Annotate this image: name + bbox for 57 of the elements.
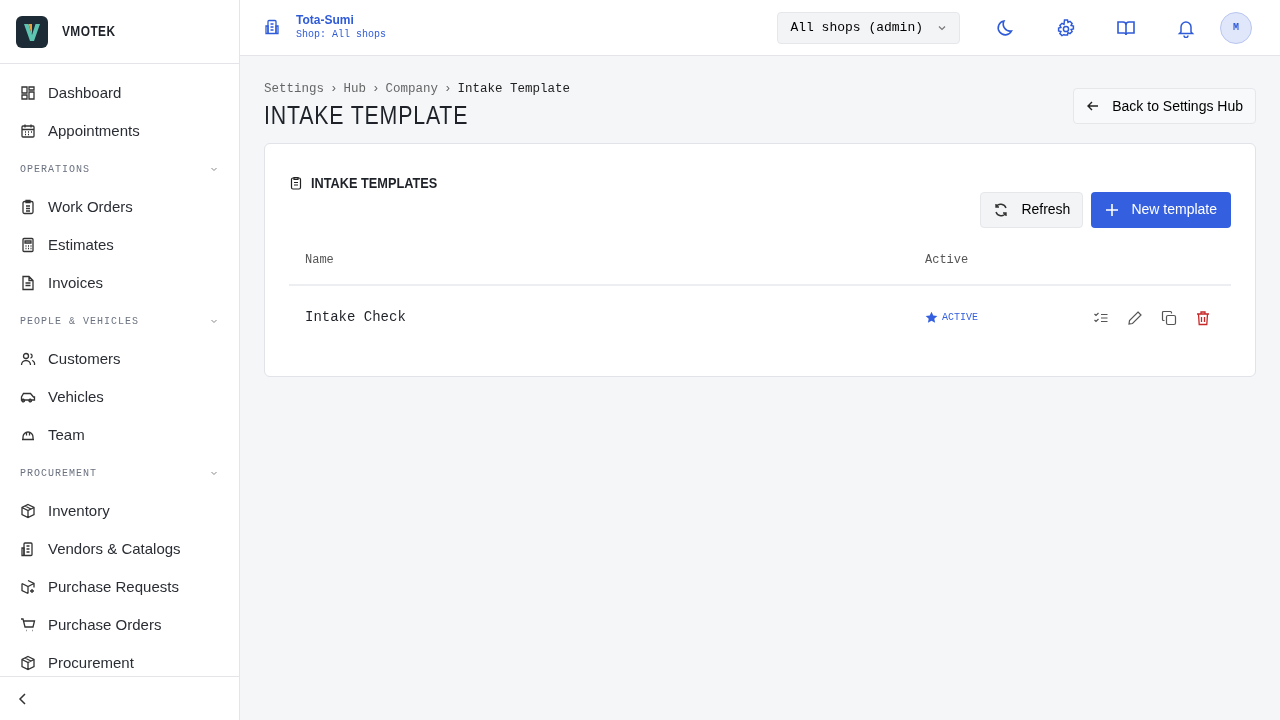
card-title: INTAKE TEMPLATES	[311, 172, 438, 193]
page-title: INTAKE TEMPLATE	[264, 98, 470, 132]
cart-icon	[20, 617, 36, 633]
section-label: PROCUREMENT	[20, 466, 97, 481]
sidebar-item[interactable]: Team	[12, 416, 227, 454]
building-icon	[20, 541, 36, 557]
settings-icon[interactable]	[1056, 17, 1076, 38]
active-status: ACTIVE	[925, 310, 1065, 326]
arrow-left-icon	[1086, 99, 1101, 113]
clipboard-icon	[20, 199, 36, 215]
people-icon	[20, 351, 36, 367]
box-icon	[20, 503, 36, 519]
template-name: Intake Check	[305, 309, 406, 326]
shop-select[interactable]: All shops (admin)	[777, 11, 960, 44]
section-label: OPERATIONS	[20, 162, 90, 177]
column-header: Name	[305, 252, 334, 267]
sidebar-item[interactable]: Invoices	[12, 264, 227, 302]
breadcrumb-link[interactable]: Company	[385, 80, 439, 99]
sidebar-item[interactable]: Appointments	[12, 112, 227, 150]
star-icon	[925, 311, 938, 325]
shop-label: Shop: All shops	[296, 28, 386, 43]
building-icon	[264, 19, 280, 36]
calendar-icon	[20, 123, 36, 139]
column-header: Active	[925, 252, 969, 267]
document-icon	[20, 275, 36, 291]
box-plus-icon	[20, 579, 36, 595]
back-button[interactable]: Back to Settings Hub	[1073, 88, 1256, 124]
sidebar-item[interactable]: Work Orders	[12, 188, 227, 226]
refresh-button[interactable]: Refresh	[980, 191, 1084, 228]
box-icon	[20, 655, 36, 671]
sidebar-item[interactable]: Purchase Requests	[12, 568, 227, 606]
brand-name: VMOTEK	[62, 22, 116, 41]
breadcrumb-link[interactable]: Settings	[264, 80, 324, 99]
refresh-icon	[993, 201, 1010, 218]
sidebar-item[interactable]: Procurement	[12, 644, 227, 676]
sidebar-item[interactable]: Vendors & Catalogs	[12, 530, 227, 568]
sidebar-item[interactable]: Dashboard	[12, 74, 227, 112]
calculator-icon	[20, 237, 36, 253]
sidebar-item[interactable]: Customers	[12, 340, 227, 378]
sidebar-item[interactable]: Estimates	[12, 226, 227, 264]
breadcrumb-separator: ›	[372, 81, 380, 98]
clipboard-icon	[289, 175, 303, 190]
sidebar-item[interactable]: Purchase Orders	[12, 606, 227, 644]
company-name: Tota-Sumi	[296, 12, 355, 28]
breadcrumb-separator: ›	[444, 81, 452, 98]
user-avatar[interactable]: M	[1220, 11, 1252, 44]
section-label: PEOPLE & VEHICLES	[20, 314, 140, 329]
logo-icon	[16, 15, 48, 48]
sidebar-item[interactable]: Vehicles	[12, 378, 227, 416]
breadcrumb-current: Intake Template	[457, 81, 571, 98]
breadcrumb-link[interactable]: Hub	[343, 80, 367, 99]
new-template-button[interactable]: New template	[1091, 191, 1231, 228]
grid-icon	[20, 85, 36, 101]
breadcrumb-separator: ›	[330, 81, 338, 98]
sidebar-item[interactable]: Inventory	[12, 492, 227, 530]
plus-icon	[1105, 202, 1120, 217]
moon-icon[interactable]	[996, 17, 1016, 38]
